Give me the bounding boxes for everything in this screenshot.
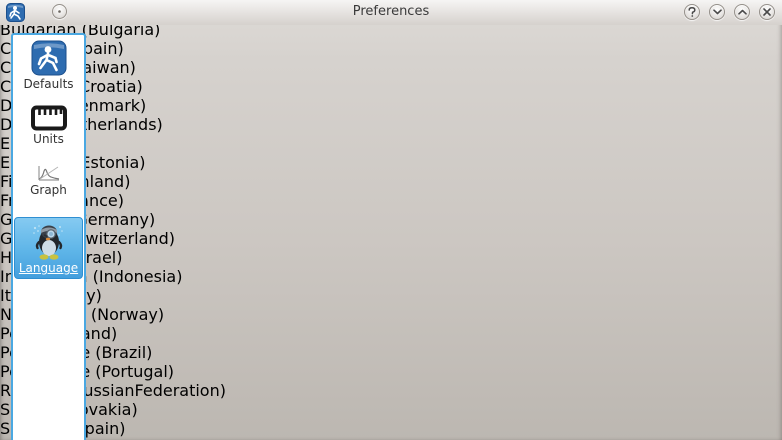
language-list-item[interactable]: Portuguese (Brazil) [0, 343, 782, 362]
sidebar-item-defaults[interactable]: Defaults [14, 40, 83, 91]
sidebar-item-label: Language [15, 261, 82, 275]
sidebar-item-label: Graph [14, 183, 83, 197]
language-list-item[interactable]: English [0, 134, 782, 153]
sidebar-item-label: Defaults [14, 77, 83, 91]
language-list: Bulgarian (Bulgaria)Catalan (Spain)Chine… [0, 20, 782, 440]
graph-icon [14, 163, 83, 182]
language-list-item[interactable]: Indonesian (Indonesia) [0, 267, 782, 286]
language-list-item[interactable]: Polish (Poland) [0, 324, 782, 343]
language-list-item[interactable]: Dutch (Netherlands) [0, 115, 782, 134]
language-list-item[interactable]: Portuguese (Portugal) [0, 362, 782, 381]
hiker-icon [14, 40, 83, 76]
window-title: Preferences [100, 4, 682, 19]
system-default-checkbox[interactable] [102, 40, 117, 55]
language-list-item[interactable]: Slovak (Slovakia) [0, 400, 782, 419]
sidebar-item-units[interactable]: Units [14, 105, 83, 146]
language-list-item[interactable]: Catalan (Spain) [0, 39, 782, 58]
close-button[interactable] [759, 4, 775, 20]
minimize-button[interactable] [709, 4, 725, 20]
help-button[interactable] [684, 4, 700, 20]
language-list-item[interactable]: German (Switzerland) [0, 229, 782, 248]
sidebar-item-label: Units [14, 132, 83, 146]
language-list-item[interactable]: French (France) [0, 191, 782, 210]
language-list-item[interactable]: Estonian (Estonia) [0, 153, 782, 172]
tux-penguin-icon [15, 222, 82, 260]
language-list-item[interactable]: German (Germany) [0, 210, 782, 229]
language-list-item[interactable]: Chinese (Taiwan) [0, 58, 782, 77]
language-list-item[interactable]: Spanish (Spain) [0, 419, 782, 438]
preferences-dialog: Preferences [0, 0, 782, 440]
preferences-sidebar: Defaults Units Graph [11, 33, 86, 440]
language-list-item[interactable]: Hebrew (Israel) [0, 248, 782, 267]
language-list-item[interactable]: Norwegian (Norway) [0, 305, 782, 324]
language-list-item[interactable]: Croatian (Croatia) [0, 77, 782, 96]
maximize-button[interactable] [734, 4, 750, 20]
language-list-item[interactable]: Danish (Denmark) [0, 96, 782, 115]
language-list-item[interactable]: Russian (RussianFederation) [0, 381, 782, 400]
language-list-item[interactable]: Italian (Italy) [0, 286, 782, 305]
ruler-icon [14, 105, 83, 131]
sidebar-item-language[interactable]: Language [14, 217, 83, 279]
language-list-item[interactable]: Finnish (Finland) [0, 172, 782, 191]
sidebar-item-graph[interactable]: Graph [14, 163, 83, 197]
sticky-button[interactable] [52, 4, 67, 19]
hiker-app-icon[interactable] [6, 3, 25, 22]
titlebar[interactable]: Preferences [0, 0, 782, 25]
